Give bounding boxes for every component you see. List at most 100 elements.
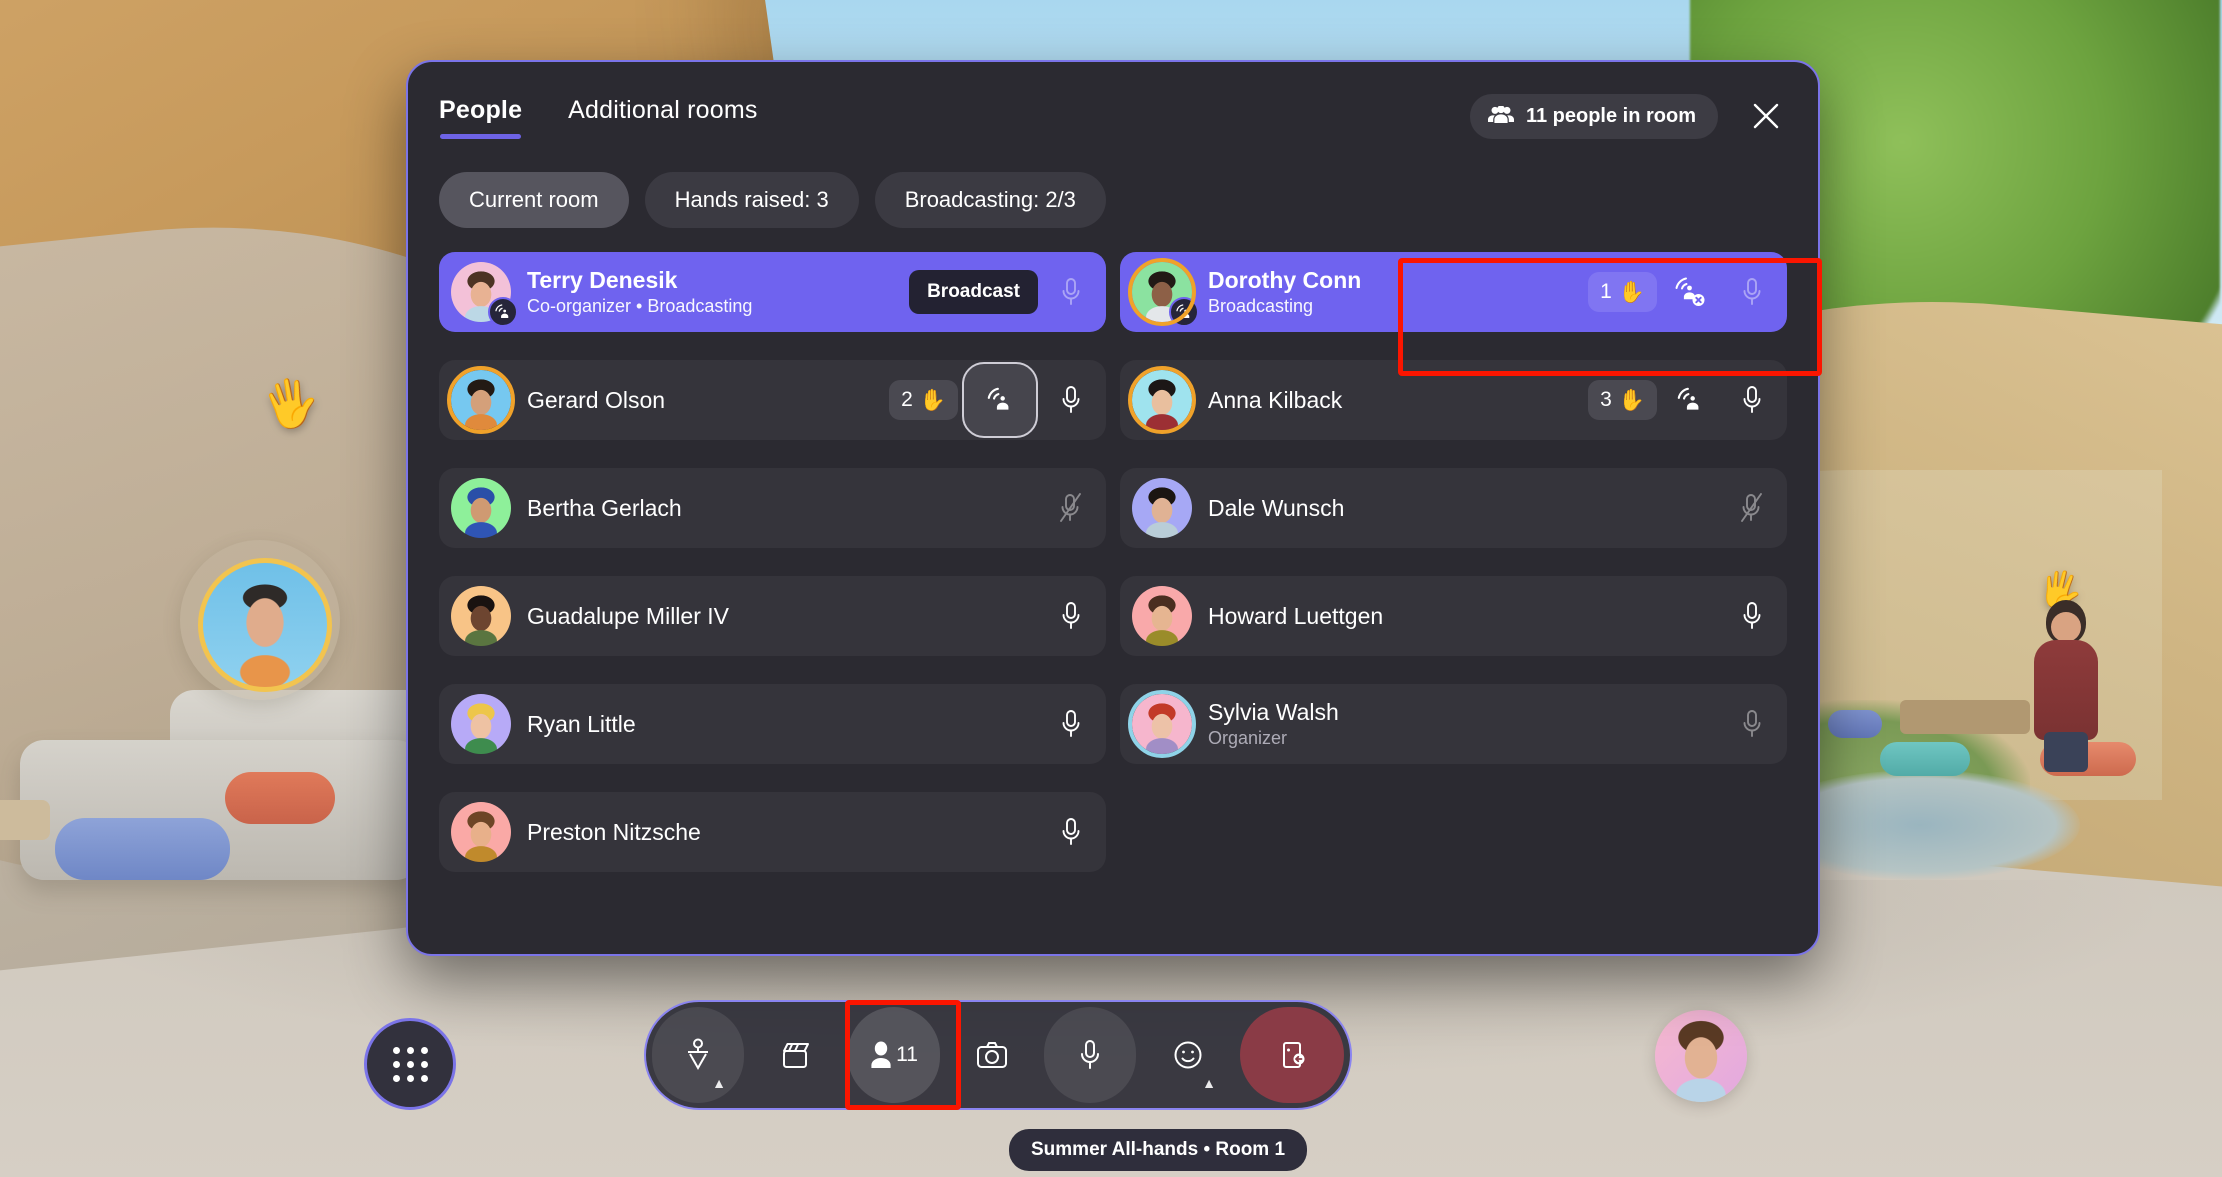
cushion-blue: [55, 818, 230, 880]
participant-actions: [1723, 587, 1781, 645]
cushion-red: [225, 772, 335, 824]
avatar: [1128, 690, 1196, 758]
participant-mic-button[interactable]: [1723, 371, 1781, 429]
start-broadcast-button[interactable]: [1661, 371, 1719, 429]
people-count-label: 11: [896, 1043, 918, 1066]
participant-name: Howard Luettgen: [1208, 602, 1384, 629]
avatar-image: [1132, 478, 1192, 538]
clapperboard-icon: [780, 1039, 812, 1071]
broadcast-icon: [984, 384, 1016, 416]
microphone-icon: [1060, 817, 1082, 847]
people-panel: People Additional rooms 11 people in roo…: [406, 60, 1820, 956]
microphone-button[interactable]: [1044, 1007, 1136, 1103]
participant-name: Terry Denesik: [527, 266, 678, 293]
avatar: [451, 802, 511, 862]
people-in-room-badge[interactable]: 11 people in room: [1469, 93, 1718, 139]
avatar: [1128, 366, 1196, 434]
participant-row[interactable]: Terry Denesik Co-organizer • Broadcasting…: [439, 252, 1106, 332]
participant-row[interactable]: Dale Wunsch: [1120, 468, 1787, 548]
participant-row[interactable]: Gerard Olson 2 ✋: [439, 360, 1106, 440]
participant-mic-button[interactable]: [1723, 263, 1781, 321]
participant-name: Dorothy Conn: [1208, 266, 1362, 293]
filter-chip-current-room[interactable]: Current room: [439, 172, 629, 228]
avatar: [447, 366, 515, 434]
participant-names: Sylvia Walsh Organizer: [1208, 699, 1723, 749]
participant-actions: 3 ✋: [1588, 371, 1781, 429]
participant-names: Anna Kilback: [1208, 387, 1588, 413]
camera-icon: [976, 1041, 1008, 1069]
leave-button[interactable]: [1240, 1007, 1344, 1103]
participant-mic-button[interactable]: [1042, 587, 1100, 645]
participant-grid: Terry Denesik Co-organizer • Broadcasting…: [408, 228, 1818, 886]
participant-row[interactable]: Guadalupe Miller IV: [439, 576, 1106, 656]
raised-hand-badge[interactable]: 1 ✋: [1588, 272, 1657, 312]
participant-cell: Howard Luettgen: [1120, 576, 1787, 670]
filter-chip-hands-raised[interactable]: Hands raised: 3: [644, 172, 859, 228]
participant-names: Guadalupe Miller IV: [527, 603, 1042, 629]
participant-name: Ryan Little: [527, 710, 636, 737]
reactions-button[interactable]: ▲: [1142, 1007, 1234, 1103]
avatar: [451, 478, 511, 538]
self-avatar-thumbnail[interactable]: [1655, 1010, 1747, 1102]
emoji-smile-icon: [1172, 1039, 1204, 1071]
participant-row[interactable]: Ryan Little: [439, 684, 1106, 764]
participant-name: Anna Kilback: [1208, 386, 1343, 413]
broadcast-tag[interactable]: Broadcast: [909, 270, 1038, 314]
avatar-bubble-hand-raised[interactable]: [180, 540, 340, 700]
avatar: [451, 262, 518, 327]
microphone-icon: [1741, 601, 1763, 631]
raised-hand-badge[interactable]: 2 ✋: [889, 380, 958, 420]
immersive-spaces-button[interactable]: [750, 1007, 842, 1103]
participant-mic-button[interactable]: [1042, 371, 1100, 429]
avatar-image: [1132, 586, 1192, 646]
participant-names: Dorothy Conn Broadcasting: [1208, 267, 1588, 317]
participant-mic-button[interactable]: [1042, 695, 1100, 753]
participant-row[interactable]: Preston Nitzsche: [439, 792, 1106, 872]
leave-door-icon: [1277, 1039, 1307, 1071]
start-broadcast-button[interactable]: [962, 362, 1038, 438]
participant-row[interactable]: Sylvia Walsh Organizer: [1120, 684, 1787, 764]
avatar-image: [451, 802, 511, 862]
stop-broadcast-button[interactable]: [1661, 263, 1719, 321]
participant-mic-button[interactable]: [1042, 803, 1100, 861]
tab-additional-rooms[interactable]: Additional rooms: [568, 96, 757, 139]
participant-names: Dale Wunsch: [1208, 495, 1723, 521]
camera-button[interactable]: [946, 1007, 1038, 1103]
participant-actions: 1 ✋: [1588, 263, 1781, 321]
chevron-up-icon: ▲: [712, 1075, 726, 1091]
participant-subtitle: Broadcasting: [1208, 296, 1314, 317]
raised-hand-badge[interactable]: 3 ✋: [1588, 380, 1657, 420]
participant-row[interactable]: Dorothy Conn Broadcasting 1 ✋: [1120, 252, 1787, 332]
avatar-image: [1132, 370, 1192, 430]
people-button[interactable]: 11: [848, 1007, 940, 1103]
avatar-button[interactable]: ▲: [652, 1007, 744, 1103]
raised-hand-count: 2: [901, 388, 913, 411]
avatar: [1128, 258, 1199, 327]
participant-mic-button[interactable]: [1723, 695, 1781, 753]
participant-row[interactable]: Anna Kilback 3 ✋: [1120, 360, 1787, 440]
participant-mic-button[interactable]: [1723, 587, 1781, 645]
participant-name: Sylvia Walsh: [1208, 698, 1339, 725]
avatar: [1132, 478, 1192, 538]
apps-grid-button[interactable]: [364, 1018, 456, 1110]
cushion-indigo: [1828, 710, 1882, 738]
avatar-image: [451, 586, 511, 646]
apps-grid-icon: [392, 1046, 428, 1082]
participant-mic-muted-button[interactable]: [1723, 479, 1781, 537]
avatar-image: [451, 694, 511, 754]
participant-row[interactable]: Howard Luettgen: [1120, 576, 1787, 656]
panel-tabs: People Additional rooms: [439, 96, 758, 139]
participant-mic-button[interactable]: [1042, 263, 1100, 321]
tab-people[interactable]: People: [439, 96, 522, 139]
close-panel-button[interactable]: [1740, 90, 1792, 142]
person-icon: [870, 1041, 892, 1069]
filter-chip-broadcasting[interactable]: Broadcasting: 2/3: [874, 172, 1106, 228]
broadcast-icon: [1674, 384, 1706, 416]
participant-mic-muted-button[interactable]: [1042, 479, 1100, 537]
chevron-up-icon: ▲: [1202, 1075, 1216, 1091]
side-table: [0, 800, 50, 840]
close-icon: [1751, 101, 1781, 131]
participant-row[interactable]: Bertha Gerlach: [439, 468, 1106, 548]
raised-hand-count: 1: [1600, 280, 1612, 303]
avatar-image: [451, 478, 511, 538]
